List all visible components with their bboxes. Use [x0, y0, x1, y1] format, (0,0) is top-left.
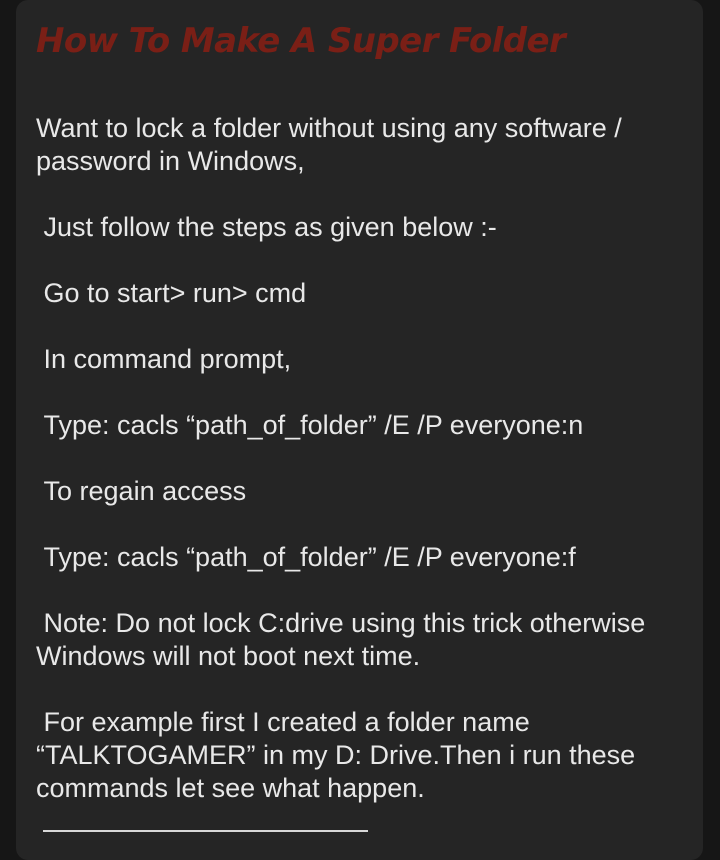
- note-paragraph: Note: Do not lock C:drive using this tri…: [36, 608, 653, 671]
- divider-line: [43, 830, 368, 832]
- command-prompt-text: In command prompt,: [36, 344, 292, 374]
- unlock-command-text: Type: cacls “path_of_folder” /E /P every…: [36, 542, 576, 572]
- intro-paragraph: Want to lock a folder without using any …: [36, 113, 630, 176]
- steps-intro-text: Just follow the steps as given below :-: [36, 212, 497, 242]
- article-card: How To Make A Super Folder Want to lock …: [16, 0, 703, 860]
- regain-access-text: To regain access: [36, 476, 247, 506]
- article-title: How To Make A Super Folder: [36, 21, 566, 61]
- step-run-cmd-text: Go to start> run> cmd: [36, 278, 307, 308]
- lock-command-text: Type: cacls “path_of_folder” /E /P every…: [36, 410, 584, 440]
- example-paragraph: For example first I created a folder nam…: [36, 707, 643, 803]
